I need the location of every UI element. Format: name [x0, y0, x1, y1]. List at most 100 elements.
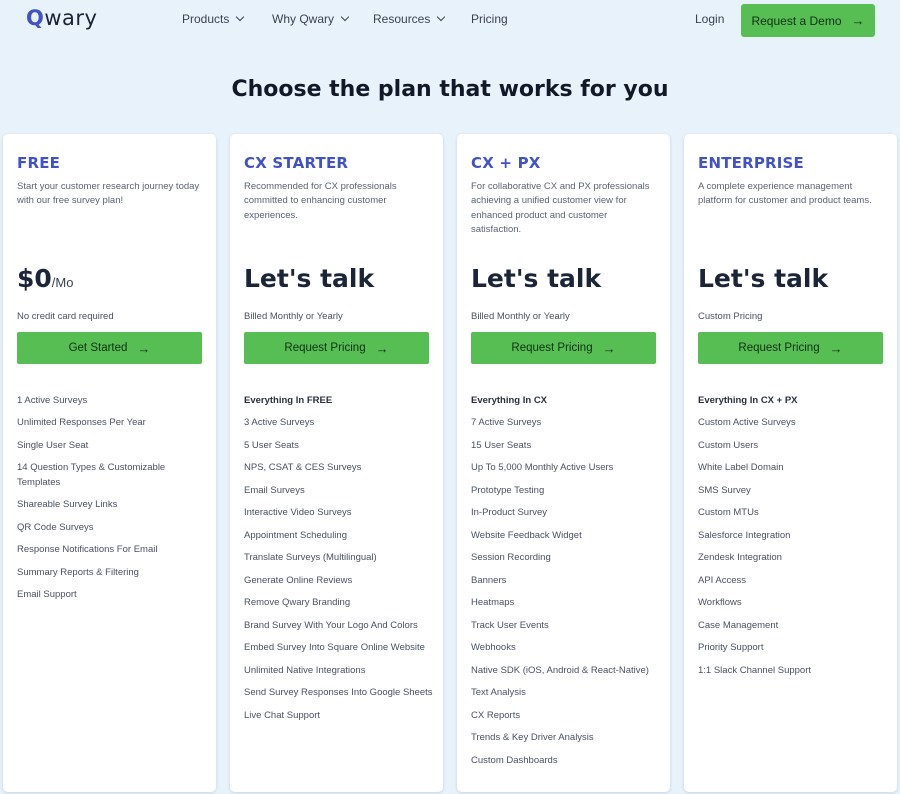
feature-item: Single User Seat	[17, 439, 89, 451]
logo-wordmark: wary	[44, 6, 98, 30]
arrow-right-icon: →	[851, 13, 865, 28]
price-note: Custom Pricing	[698, 311, 763, 322]
feature-item: 1:1 Slack Channel Support	[698, 664, 812, 676]
feature-item: Generate Online Reviews	[244, 574, 353, 586]
feature-item: Custom MTUs	[698, 507, 759, 519]
request-demo-label: Request a Demo	[751, 13, 842, 28]
feature-item: Unlimited Responses Per Year	[17, 417, 146, 429]
cta-label: Request Pricing	[511, 342, 593, 354]
price-suffix: /Mo	[51, 275, 74, 290]
feature-item: Response Notifications For Email	[17, 544, 158, 556]
nav-why-qwary-label: Why Qwary	[272, 12, 335, 26]
plan-description: For collaborative CX and PX professional…	[471, 181, 650, 235]
feature-item: Text Analysis	[471, 687, 526, 699]
free-cta-button[interactable]: Get Started →	[17, 332, 202, 364]
plan-name: FREE	[17, 154, 61, 172]
plan-card-cx-px: CX + PX For collaborative CX and PX prof…	[457, 134, 670, 792]
feature-item: API Access	[698, 574, 747, 586]
nav-why-qwary[interactable]: Why Qwary	[272, 12, 350, 26]
feature-item: 14 Question Types & Customizable Templat…	[17, 462, 166, 488]
feature-list: 1 Active Surveys Unlimited Responses Per …	[17, 394, 206, 611]
arrow-right-icon: →	[829, 340, 843, 356]
feature-heading: Everything In CX + PX	[698, 395, 798, 406]
feature-item: Email Surveys	[244, 484, 305, 496]
plan-card-enterprise: ENTERPRISE A complete experience managem…	[684, 134, 897, 792]
feature-heading: Everything In CX	[471, 395, 548, 406]
plan-name: ENTERPRISE	[698, 154, 805, 172]
plan-card-cx-starter: CX STARTER Recommended for CX profession…	[230, 134, 443, 792]
login-link[interactable]: Login	[695, 12, 724, 26]
feature-list: Everything In CX + PX Custom Active Surve…	[698, 394, 887, 686]
plan-name: CX STARTER	[244, 154, 349, 172]
cx-starter-cta-button[interactable]: Request Pricing →	[244, 332, 429, 364]
plan-name: CX + PX	[471, 154, 541, 172]
chevron-down-icon	[437, 12, 446, 22]
feature-item: White Label Domain	[698, 462, 784, 474]
plan-description: A complete experience management platfor…	[698, 181, 872, 207]
top-navigation: Qwary Products Why Qwary Resources Prici…	[0, 0, 900, 40]
request-demo-button[interactable]: Request a Demo →	[741, 4, 875, 37]
price-note: Billed Monthly or Yearly	[471, 311, 570, 322]
nav-products[interactable]: Products	[182, 12, 245, 26]
feature-item: Website Feedback Widget	[471, 529, 582, 541]
price-amount: Let's talk	[698, 264, 829, 293]
plan-description: Start your customer research journey tod…	[17, 181, 200, 207]
feature-item: Banners	[471, 574, 507, 586]
feature-item: 3 Active Surveys	[244, 417, 315, 429]
feature-item: Live Chat Support	[244, 709, 321, 721]
qwary-logo[interactable]: Qwary	[26, 6, 97, 30]
feature-item: Trends & Key Driver Analysis	[471, 732, 594, 744]
price-amount: Let's talk	[471, 264, 602, 293]
feature-list: Everything In FREE 3 Active Surveys 5 User…	[244, 394, 433, 731]
plan-price: Let's talk	[471, 264, 601, 293]
plan-price: Let's talk	[244, 264, 374, 293]
plan-price: $0/Mo	[17, 264, 73, 293]
price-amount: $0	[17, 264, 52, 293]
feature-item: Translate Surveys (Multilingual)	[244, 552, 377, 564]
logo-q-mark: Q	[26, 6, 45, 30]
feature-item: Brand Survey With Your Logo And Colors	[244, 619, 418, 631]
plan-description: Recommended for CX professionals committ…	[244, 181, 397, 221]
feature-item: Native SDK (iOS, Android & React-Native)	[471, 664, 649, 676]
feature-item: In-Product Survey	[471, 507, 548, 519]
feature-item: Case Management	[698, 619, 779, 631]
feature-heading: Everything In FREE	[244, 395, 333, 406]
price-amount: Let's talk	[244, 264, 375, 293]
feature-item: Appointment Scheduling	[244, 529, 347, 541]
feature-list: Everything In CX 7 Active Surveys 15 User …	[471, 394, 660, 776]
cta-label: Request Pricing	[738, 342, 820, 354]
feature-item: Priority Support	[698, 642, 764, 654]
cta-label: Request Pricing	[284, 342, 366, 354]
price-note: Billed Monthly or Yearly	[244, 311, 343, 322]
feature-item: Track User Events	[471, 619, 549, 631]
feature-item: QR Code Surveys	[17, 521, 94, 533]
feature-item: Summary Reports & Filtering	[17, 566, 139, 578]
feature-item: 5 User Seats	[244, 439, 299, 451]
cta-label: Get Started	[68, 342, 128, 354]
feature-item: Embed Survey Into Square Online Website	[244, 642, 425, 654]
cx-px-cta-button[interactable]: Request Pricing →	[471, 332, 656, 364]
feature-item: Prototype Testing	[471, 484, 545, 496]
plan-card-free: FREE Start your customer research journe…	[3, 134, 216, 792]
feature-item: Heatmaps	[471, 597, 515, 609]
nav-resources[interactable]: Resources	[373, 12, 446, 26]
arrow-right-icon: →	[375, 340, 389, 356]
feature-item: Salesforce Integration	[698, 529, 791, 541]
feature-item: 1 Active Surveys	[17, 395, 88, 406]
feature-item: Zendesk Integration	[698, 552, 782, 564]
feature-item: Session Recording	[471, 552, 551, 564]
feature-item: Interactive Video Surveys	[244, 507, 352, 519]
feature-item: Send Survey Responses Into Google Sheets	[244, 687, 433, 699]
feature-item: 15 User Seats	[471, 439, 532, 451]
feature-item: 7 Active Surveys	[471, 417, 542, 429]
feature-item: Webhooks	[471, 642, 516, 654]
feature-item: Email Support	[17, 589, 77, 601]
feature-item: Custom Dashboards	[471, 754, 558, 766]
nav-pricing-label: Pricing	[471, 12, 508, 26]
feature-item: Unlimited Native Integrations	[244, 664, 366, 676]
enterprise-cta-button[interactable]: Request Pricing →	[698, 332, 883, 364]
feature-item: Workflows	[698, 597, 742, 609]
feature-item: Shareable Survey Links	[17, 499, 118, 511]
nav-pricing[interactable]: Pricing	[471, 12, 508, 26]
arrow-right-icon: →	[137, 340, 151, 356]
